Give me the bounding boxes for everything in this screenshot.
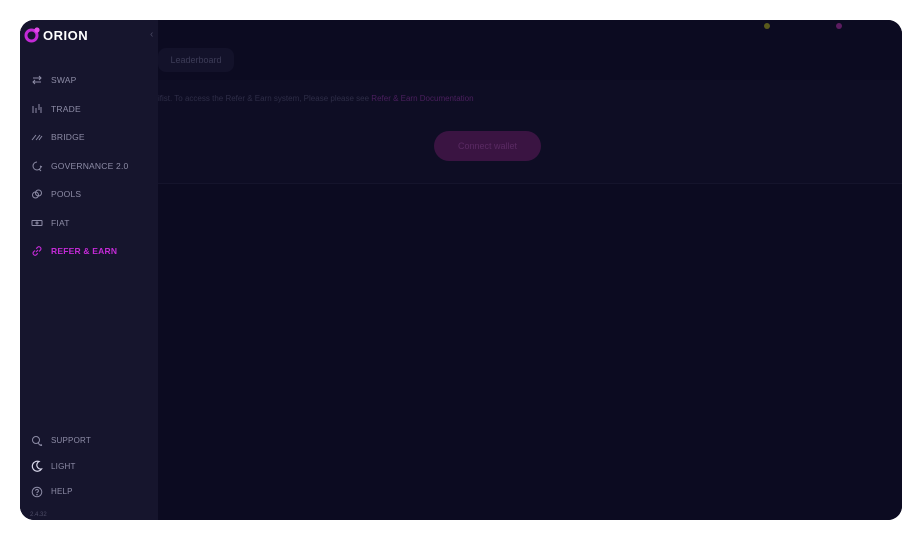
sidebar-item-label: GOVERNANCE 2.0: [51, 160, 129, 171]
link-icon: [31, 245, 43, 257]
swap-icon: [31, 74, 43, 86]
help-icon: [31, 486, 43, 498]
sidebar-item-label: LIGHT: [51, 461, 76, 471]
sidebar-item-label: REFER & EARN: [51, 246, 118, 257]
sidebar-item-help[interactable]: HELP: [20, 479, 158, 505]
sidebar-item-label: HELP: [51, 487, 73, 497]
sidebar-item-fiat[interactable]: FIAT: [20, 209, 158, 238]
sidebar-item-governance[interactable]: GOVERNANCE 2.0: [20, 152, 158, 181]
docs-link[interactable]: Refer & Earn Documentation: [371, 94, 473, 103]
info-text-body: ifist. To access the Refer & Earn system…: [158, 94, 372, 103]
collapse-sidebar-icon[interactable]: ‹: [150, 29, 153, 40]
sidebar-item-label: BRIDGE: [51, 132, 85, 143]
orion-logo-icon: [24, 27, 40, 43]
bridge-icon: [31, 131, 43, 143]
sidebar-item-label: SWAP: [51, 75, 77, 86]
sidebar-item-bridge[interactable]: BRIDGE: [20, 123, 158, 152]
fiat-icon: [31, 217, 43, 229]
sidebar-item-theme[interactable]: LIGHT: [20, 454, 158, 480]
network-dot-icon: [764, 23, 770, 29]
brand-name: ORION: [43, 27, 89, 43]
sidebar-item-support[interactable]: SUPPORT: [20, 428, 158, 454]
sidebar-item-label: POOLS: [51, 189, 82, 200]
sidebar-item-label: SUPPORT: [51, 436, 91, 446]
sidebar-item-swap[interactable]: SWAP: [20, 66, 158, 95]
pools-icon: [31, 188, 43, 200]
wallet-indicator[interactable]: [836, 20, 846, 32]
sidebar-nav: SWAP TRADE BRIDGE GOVERNANCE 2.0 POOLS F…: [20, 66, 158, 266]
moon-icon: [31, 460, 43, 473]
network-indicator[interactable]: [764, 20, 774, 32]
logo[interactable]: ORION: [24, 25, 88, 45]
sidebar-item-label: TRADE: [51, 103, 81, 114]
connect-wallet-button[interactable]: Connect wallet: [434, 131, 541, 161]
sidebar-item-trade[interactable]: TRADE: [20, 95, 158, 124]
chat-icon: [31, 435, 43, 447]
info-text: ifist. To access the Refer & Earn system…: [158, 94, 474, 103]
sidebar-item-refer-earn[interactable]: REFER & EARN: [20, 237, 158, 266]
sidebar-item-pools[interactable]: POOLS: [20, 180, 158, 209]
version-label: 2.4.32: [30, 512, 47, 518]
tab-leaderboard[interactable]: Leaderboard: [158, 48, 234, 72]
sidebar-item-label: FIAT: [51, 217, 70, 228]
trade-icon: [31, 103, 43, 115]
sidebar: ORION ‹ SWAP TRADE BRIDGE GOVERNANCE 2.0…: [20, 20, 158, 520]
wallet-dot-icon: [836, 23, 842, 29]
app-window: Leaderboard ifist. To access the Refer &…: [20, 20, 902, 520]
sidebar-bottom: SUPPORT LIGHT HELP: [20, 428, 158, 505]
governance-icon: [31, 160, 43, 172]
